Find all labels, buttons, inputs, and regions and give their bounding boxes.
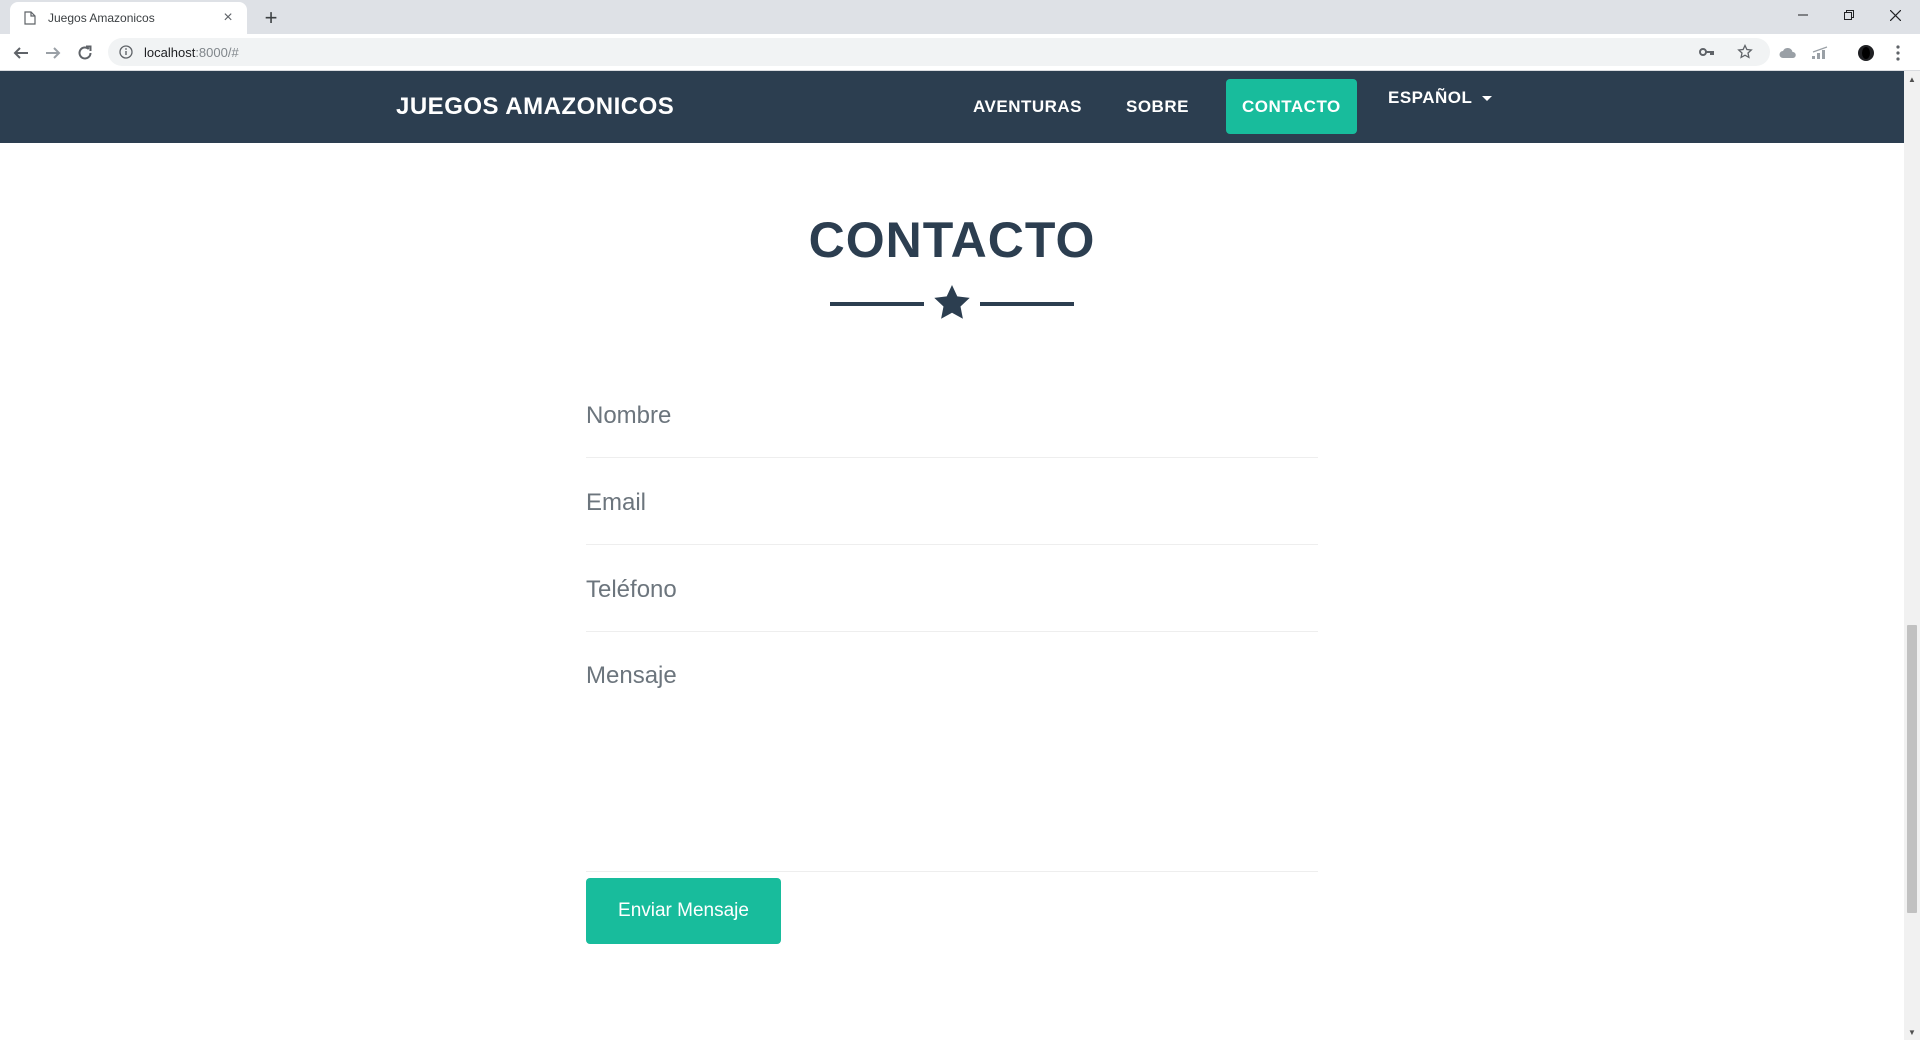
message-textarea[interactable] bbox=[586, 632, 1318, 872]
scroll-up-arrow-icon[interactable]: ▲ bbox=[1904, 71, 1920, 87]
name-input[interactable] bbox=[586, 371, 1318, 458]
tab-title: Juegos Amazonicos bbox=[48, 11, 155, 25]
section-title: CONTACTO bbox=[808, 212, 1096, 268]
phone-input[interactable] bbox=[586, 545, 1318, 632]
cloud-extension-icon[interactable] bbox=[1778, 44, 1798, 62]
language-dropdown[interactable]: ESPAÑOL bbox=[1388, 88, 1493, 108]
nav-link-contacto[interactable]: CONTACTO bbox=[1226, 79, 1357, 134]
close-icon[interactable]: × bbox=[219, 9, 237, 27]
scroll-thumb[interactable] bbox=[1907, 625, 1917, 913]
nav-link-aventuras[interactable]: AVENTURAS bbox=[973, 97, 1082, 117]
key-icon[interactable] bbox=[1698, 44, 1716, 60]
send-message-button[interactable]: Enviar Mensaje bbox=[586, 878, 781, 944]
message-field-group bbox=[586, 632, 1318, 872]
url-host: localhost bbox=[144, 44, 196, 60]
restore-icon[interactable] bbox=[1826, 0, 1872, 30]
address-bar[interactable]: localhost:8000/# bbox=[108, 38, 1770, 66]
site-brand[interactable]: JUEGOS AMAZONICOS bbox=[396, 93, 674, 121]
page-scrollbar[interactable]: ▲ ▼ bbox=[1904, 71, 1920, 1040]
site-navbar: JUEGOS AMAZONICOS AVENTURAS SOBRE CONTAC… bbox=[0, 71, 1904, 143]
page-viewport: JUEGOS AMAZONICOS AVENTURAS SOBRE CONTAC… bbox=[0, 71, 1904, 1040]
language-label: ESPAÑOL bbox=[1388, 88, 1473, 107]
phone-field-group bbox=[586, 545, 1318, 632]
email-field-group bbox=[586, 458, 1318, 545]
nav-link-contacto-label: CONTACTO bbox=[1242, 96, 1341, 116]
window-close-icon[interactable] bbox=[1872, 0, 1918, 30]
back-icon[interactable] bbox=[8, 40, 34, 66]
profile-avatar-icon[interactable] bbox=[1856, 44, 1876, 62]
star-icon bbox=[934, 285, 970, 319]
url-text: localhost:8000/# bbox=[144, 45, 239, 60]
star-divider bbox=[830, 283, 1074, 323]
reload-icon[interactable] bbox=[72, 40, 98, 66]
forward-icon[interactable] bbox=[40, 40, 66, 66]
divider-line-left bbox=[830, 302, 924, 306]
page-icon bbox=[22, 10, 38, 26]
url-path: :8000/# bbox=[195, 44, 239, 60]
browser-tab[interactable]: Juegos Amazonicos × bbox=[10, 2, 247, 34]
caret-down-icon bbox=[1482, 95, 1493, 101]
browser-tabstrip: Juegos Amazonicos × + bbox=[0, 0, 1920, 34]
minimize-icon[interactable] bbox=[1780, 0, 1826, 30]
signal-extension-icon[interactable] bbox=[1810, 44, 1830, 62]
contact-form bbox=[586, 371, 1318, 872]
menu-kebab-icon[interactable] bbox=[1888, 44, 1908, 62]
new-tab-icon[interactable]: + bbox=[258, 5, 284, 31]
name-field-group bbox=[586, 371, 1318, 458]
nav-link-sobre[interactable]: SOBRE bbox=[1126, 97, 1189, 117]
info-icon[interactable] bbox=[118, 44, 134, 60]
divider-line-right bbox=[980, 302, 1074, 306]
scroll-down-arrow-icon[interactable]: ▼ bbox=[1904, 1024, 1920, 1040]
bookmark-star-icon[interactable] bbox=[1736, 44, 1754, 60]
email-input[interactable] bbox=[586, 458, 1318, 545]
browser-toolbar: localhost:8000/# bbox=[0, 34, 1920, 71]
